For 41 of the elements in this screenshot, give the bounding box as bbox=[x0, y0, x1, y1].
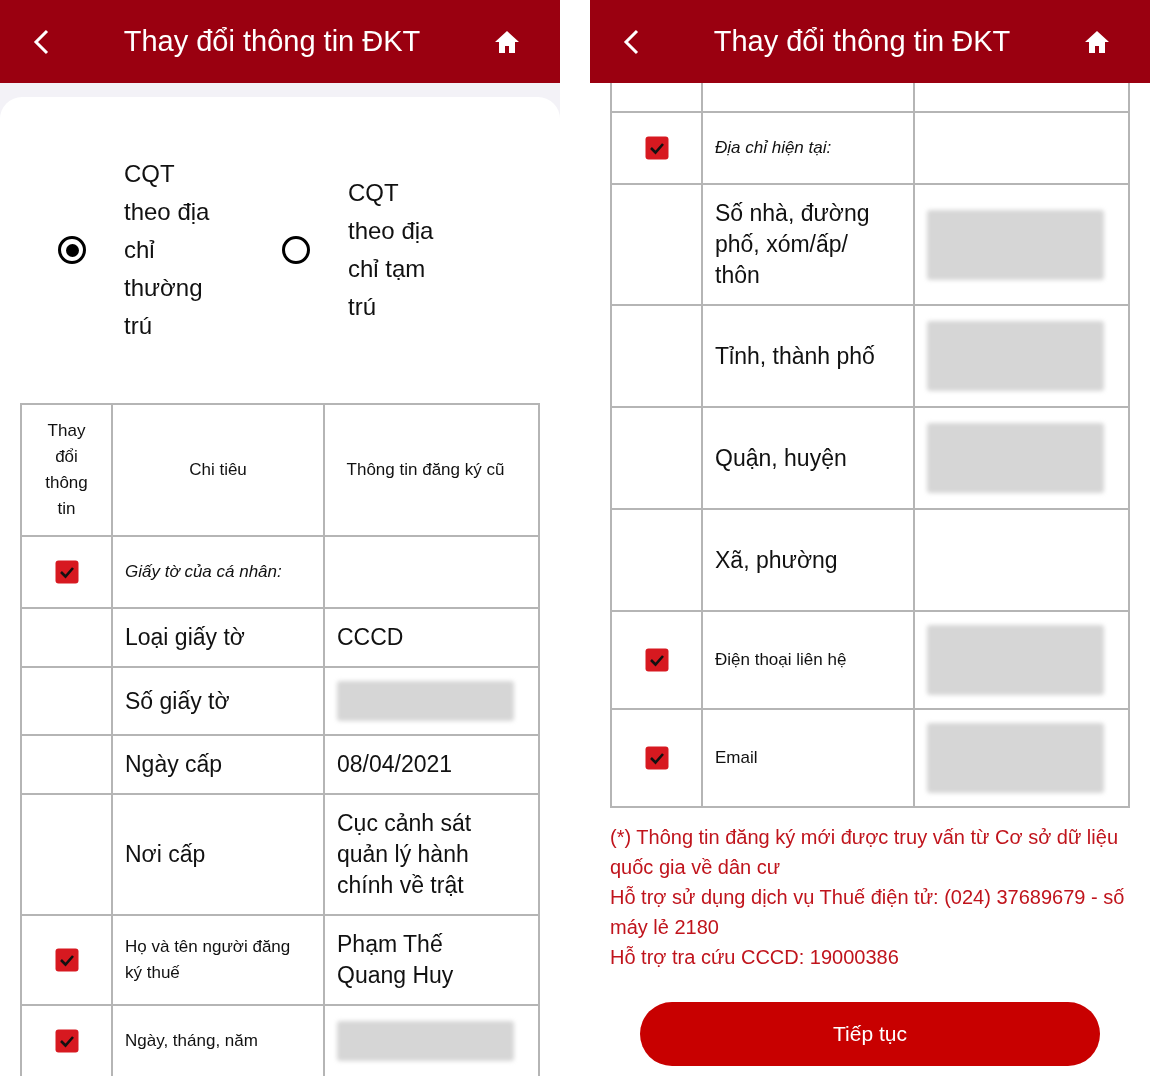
field-label: Ngày, tháng, năm bbox=[125, 1030, 258, 1052]
radio-label: CQT theo địa chỉ tạm trú bbox=[348, 178, 435, 322]
field-label: Loại giấy tờ bbox=[125, 623, 245, 652]
column-header: Thay đổi thông tin bbox=[44, 420, 89, 520]
field-label: Quận, huyện bbox=[715, 443, 847, 473]
screen-title: Thay đổi thông tin ĐKT bbox=[123, 25, 421, 58]
checkbox[interactable] bbox=[54, 948, 79, 972]
field-value: CCCD bbox=[337, 623, 404, 652]
note-text: Hỗ trợ sử dụng dịch vụ Thuế điện tử: (024) 37689679 - số máy lẻ 2180 bbox=[610, 885, 1126, 940]
checkbox[interactable] bbox=[54, 1029, 79, 1053]
field-label: Số giấy tờ bbox=[125, 686, 230, 716]
field-label: Tỉnh, thành phố bbox=[715, 341, 875, 371]
checkbox[interactable] bbox=[644, 648, 669, 672]
back-icon[interactable] bbox=[622, 27, 640, 56]
checkbox[interactable] bbox=[54, 560, 79, 584]
field-label: Số nhà, đường phố, xóm/ấp/ thôn bbox=[715, 199, 871, 290]
field-label: Giấy tờ của cá nhân: bbox=[125, 561, 282, 583]
radio-button[interactable] bbox=[282, 236, 310, 264]
field-label: Email bbox=[715, 747, 758, 769]
field-label: Xã, phường bbox=[715, 545, 838, 575]
field-label: Ngày cấp bbox=[125, 750, 223, 779]
field-value: 08/04/2021 bbox=[337, 750, 453, 779]
note-text: (*) Thông tin đăng ký mới được truy vấn từ Cơ sở dữ liệu quốc gia về dân cư bbox=[610, 825, 1119, 880]
field-value: Cục cảnh sát quản lý hành chính về trật bbox=[337, 809, 473, 900]
checkbox[interactable] bbox=[644, 136, 669, 160]
column-header: Chi tiêu bbox=[189, 459, 247, 481]
screen-title: Thay đổi thông tin ĐKT bbox=[713, 25, 1011, 58]
field-label: Điện thoại liên hệ bbox=[715, 649, 847, 671]
continue-button[interactable]: Tiếp tục bbox=[640, 1002, 1100, 1066]
checkbox[interactable] bbox=[644, 746, 669, 770]
note-text: Hỗ trợ tra cứu CCCD: 19000386 bbox=[610, 945, 900, 970]
field-label: Họ và tên người đăng ký thuế bbox=[125, 936, 292, 984]
radio-label: CQT theo địa chỉ thường trú bbox=[124, 159, 211, 341]
radio-button[interactable] bbox=[58, 236, 86, 264]
home-icon[interactable] bbox=[494, 29, 520, 54]
field-value: Phạm Thế Quang Huy bbox=[337, 930, 455, 990]
field-label: Địa chỉ hiện tại: bbox=[715, 137, 832, 159]
back-icon[interactable] bbox=[32, 27, 50, 56]
field-label: Nơi cấp bbox=[125, 840, 206, 869]
home-icon[interactable] bbox=[1084, 29, 1110, 54]
column-header: Thông tin đăng ký cũ bbox=[346, 459, 505, 481]
